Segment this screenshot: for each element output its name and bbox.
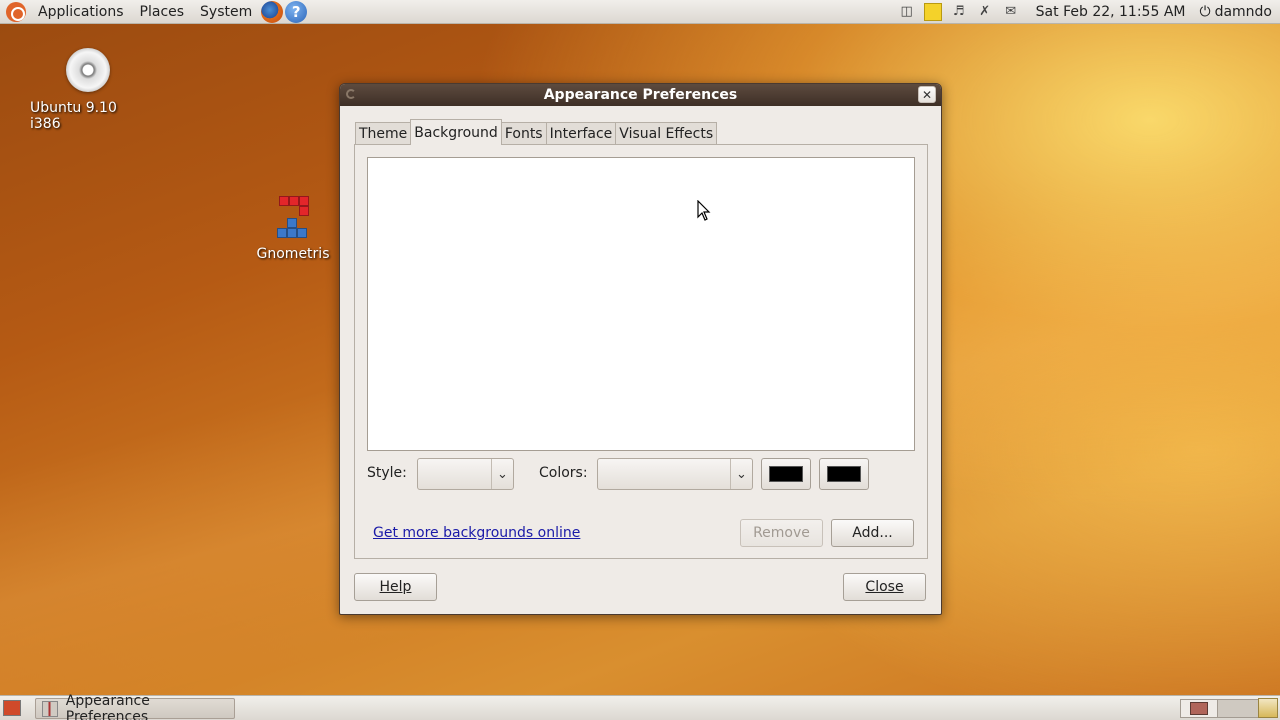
tab-visual-effects[interactable]: Visual Effects [615, 122, 718, 145]
close-button-label: Close [865, 579, 904, 595]
network-icon[interactable]: ✗ [976, 3, 994, 21]
tab-interface[interactable]: Interface [545, 122, 617, 145]
desktop-icon-ubuntu-cd[interactable]: Ubuntu 9.10 i386 [30, 48, 146, 132]
notes-icon[interactable] [923, 2, 942, 21]
firefox-icon[interactable] [261, 0, 284, 23]
chevron-down-icon: ⌄ [730, 459, 752, 489]
chevron-down-icon: ⌄ [491, 459, 513, 489]
desktop-icon-gnometris[interactable]: Gnometris [253, 196, 333, 262]
primary-color-button[interactable] [761, 458, 811, 490]
remove-button[interactable]: Remove [740, 519, 823, 547]
desktop-icon-label: Ubuntu 9.10 i386 [30, 100, 117, 132]
add-button[interactable]: Add... [831, 519, 914, 547]
system-tray: ◫ ♬ ✗ ✉ Sat Feb 22, 11:55 AM ⏻ damndo [894, 0, 1280, 24]
help-button[interactable]: Help [354, 573, 437, 601]
secondary-color-button[interactable] [819, 458, 869, 490]
window-menu-icon[interactable] [346, 89, 356, 99]
wallpaper-list[interactable] [367, 157, 915, 451]
storage-icon[interactable]: ◫ [898, 3, 916, 21]
taskbar-item-appearance[interactable]: Appearance Preferences [35, 693, 235, 720]
tab-theme[interactable]: Theme [355, 122, 412, 145]
workspace-window-thumb [1190, 702, 1208, 715]
dialog-titlebar[interactable]: Appearance Preferences ✕ [340, 84, 941, 106]
help-button-label: Help [379, 579, 412, 595]
volume-icon[interactable]: ♬ [950, 3, 968, 21]
close-icon[interactable]: ✕ [918, 86, 936, 103]
desktop-icon-label: Gnometris [256, 246, 330, 262]
clock[interactable]: Sat Feb 22, 11:55 AM [1024, 4, 1196, 20]
user-name: damndo [1214, 3, 1272, 20]
more-backgrounds-link[interactable]: Get more backgrounds online [373, 525, 580, 541]
top-panel: Applications Places System ? ◫ ♬ ✗ ✉ Sat… [0, 0, 1280, 24]
colors-label: Colors: [539, 465, 588, 481]
trash-icon[interactable] [1258, 698, 1278, 718]
workspace-2[interactable] [1217, 699, 1262, 718]
colors-combo[interactable]: ⌄ [597, 458, 753, 490]
menu-places[interactable]: Places [132, 0, 193, 24]
style-label: Style: [367, 465, 407, 481]
tab-bar: Theme Background Fonts Interface Visual … [355, 119, 718, 145]
show-desktop-icon[interactable] [3, 700, 21, 716]
cd-icon [66, 48, 110, 92]
tab-background[interactable]: Background [410, 119, 502, 145]
taskbar-item-label: Appearance Preferences [65, 692, 150, 720]
color-swatch [827, 466, 861, 482]
background-tab-panel: Style: ⌄ Colors: ⌄ Get more backgrounds … [354, 144, 928, 559]
menu-system[interactable]: System [192, 0, 260, 24]
ubuntu-logo-icon[interactable] [6, 1, 26, 22]
bottom-panel: Appearance Preferences [0, 693, 1280, 720]
dialog-title: Appearance Preferences [543, 87, 738, 103]
user-menu[interactable]: ⏻ damndo [1195, 4, 1280, 20]
mouse-cursor-icon [697, 200, 711, 221]
help-icon[interactable]: ? [285, 0, 308, 23]
color-swatch [769, 466, 803, 482]
mail-icon[interactable]: ✉ [1002, 3, 1020, 21]
close-button[interactable]: Close [843, 573, 926, 601]
power-icon: ⏻ [1199, 3, 1211, 20]
appearance-app-icon [42, 700, 58, 717]
appearance-preferences-dialog: Appearance Preferences ✕ Theme Backgroun… [339, 83, 942, 615]
style-combo[interactable]: ⌄ [417, 458, 514, 490]
menu-applications[interactable]: Applications [30, 0, 132, 24]
gnometris-icon [273, 196, 313, 240]
tab-fonts[interactable]: Fonts [500, 122, 547, 145]
